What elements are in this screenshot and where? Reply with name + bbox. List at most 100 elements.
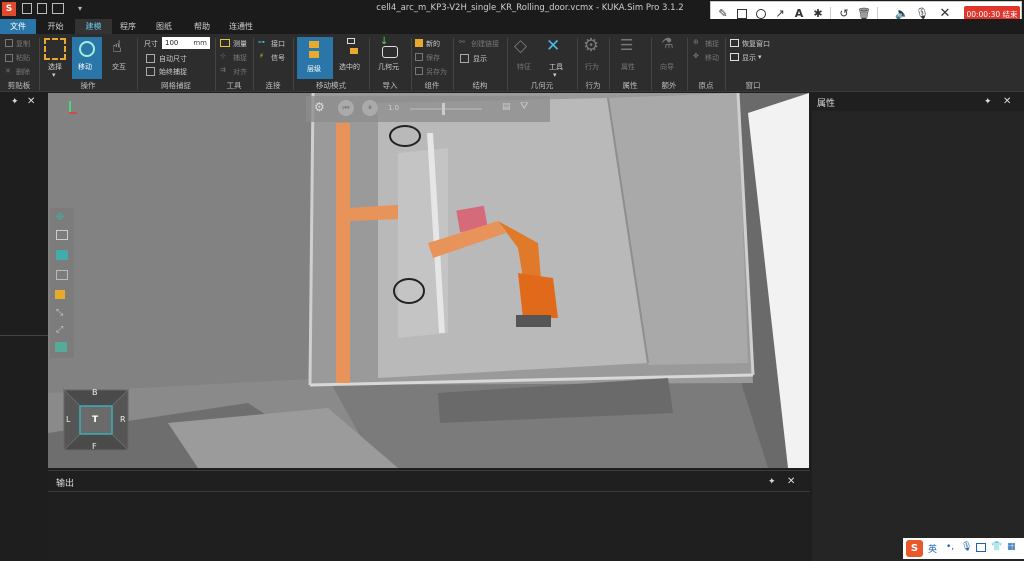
grid-size-value: 100 xyxy=(165,39,179,47)
create-link-icon: ⚯ xyxy=(459,38,465,46)
close-icon[interactable]: ✕ xyxy=(787,476,795,487)
perspective-icon[interactable] xyxy=(56,230,68,240)
frame-move-button[interactable]: 移动 xyxy=(705,53,719,63)
selected-icon-part xyxy=(350,48,358,54)
navcube-back[interactable]: B xyxy=(92,388,98,397)
create-link-button[interactable]: 创建链接 xyxy=(471,39,499,49)
selected-button[interactable]: 选中的 xyxy=(339,62,360,72)
move-label: 移动 xyxy=(78,63,92,71)
navcube-left[interactable]: L xyxy=(66,415,70,424)
paste-icon xyxy=(5,54,13,62)
snap-button[interactable]: 捕捉 xyxy=(233,53,247,63)
ribbon: 复制 粘贴 ✕ 删除 剪贴板 选择 ▾ 移动 ☝ 交互 操作 尺寸 100 mm… xyxy=(0,34,1024,92)
diamond-icon: ◇ xyxy=(514,36,528,56)
save-component-button[interactable]: 保存 xyxy=(426,53,440,63)
keyboard-icon[interactable] xyxy=(976,543,986,552)
divider xyxy=(0,335,48,336)
grid-size-input[interactable]: 100 mm xyxy=(162,37,210,49)
new-component-button[interactable]: 新的 xyxy=(426,39,440,49)
paste-button[interactable]: 粘贴 xyxy=(16,53,30,63)
tab-home[interactable]: 开始 xyxy=(37,19,74,34)
tab-file[interactable]: 文件 xyxy=(0,19,36,34)
interface-icon: ⊶ xyxy=(258,38,265,46)
delete-button[interactable]: 删除 xyxy=(16,67,30,77)
navcube-top[interactable]: T xyxy=(92,415,98,425)
auto-size-checkbox[interactable] xyxy=(146,54,155,63)
save-component-icon xyxy=(415,53,423,61)
import-geometry-button[interactable]: 几何元 xyxy=(378,62,399,72)
always-snap-checkbox[interactable] xyxy=(146,67,155,76)
output-panel-title: 输出 xyxy=(56,479,75,489)
document-icon[interactable]: ▤ xyxy=(502,102,511,112)
behavior-button[interactable]: 行为 xyxy=(585,62,599,72)
pin-icon[interactable]: ✦ xyxy=(11,97,19,107)
tools-group-label: 工具 xyxy=(226,81,242,90)
save-as-icon xyxy=(415,67,423,75)
measure-tool-icon[interactable]: ⤡ xyxy=(56,308,63,318)
hierarchy-button[interactable]: 层级 xyxy=(297,37,333,79)
rewind-icon[interactable]: ⏮ xyxy=(338,100,354,116)
pin-icon[interactable]: ✦ xyxy=(768,477,776,487)
tab-program[interactable]: 程序 xyxy=(113,19,143,34)
hierarchy-label: 层级 xyxy=(307,65,321,73)
tab-help[interactable]: 帮助 xyxy=(184,19,220,34)
output-panel: 输出 ✦ ✕ xyxy=(48,470,810,561)
microphone-icon[interactable]: 🎙 xyxy=(961,542,972,552)
tab-connectivity[interactable]: 连通性 xyxy=(222,19,260,34)
show-checkbox[interactable] xyxy=(460,54,469,63)
frame-snap-icon: ⊕ xyxy=(693,38,699,46)
settings-gear-icon[interactable]: ⚙ xyxy=(314,100,325,114)
copy-button[interactable]: 复制 xyxy=(16,39,30,49)
signal-button[interactable]: 信号 xyxy=(271,53,285,63)
copy-icon xyxy=(5,39,13,47)
connect-group-label: 连接 xyxy=(265,81,281,90)
wizard-button[interactable]: 向导 xyxy=(660,62,674,72)
hierarchy-icon xyxy=(309,41,319,48)
component-filter-icon[interactable] xyxy=(55,290,65,299)
feature-button[interactable]: 特征 xyxy=(517,62,531,72)
wizard-icon: ⚗ xyxy=(661,36,674,52)
window-group-label: 窗口 xyxy=(745,81,761,90)
move-button[interactable]: 移动 xyxy=(72,37,102,79)
pin-icon[interactable]: ✦ xyxy=(984,97,992,107)
ime-language[interactable]: 英 xyxy=(928,542,937,555)
navcube-front[interactable]: F xyxy=(92,442,97,451)
snap-tool-icon[interactable]: ⤢ xyxy=(56,325,63,335)
frame-move-icon: ✥ xyxy=(693,52,699,60)
grid-size-unit: mm xyxy=(193,39,207,47)
fit-view-icon[interactable]: ✥ xyxy=(56,212,64,223)
speed-slider[interactable] xyxy=(410,108,482,110)
3d-viewport[interactable]: ⚙ ⏮ ⏸ 1.0 ▤ ⛛ ✥ ⤡ ⤢ B L T R F xyxy=(48,93,809,468)
navigation-cube[interactable]: B L T R F xyxy=(60,386,132,454)
auto-size-label: 自动尺寸 xyxy=(159,55,187,63)
interact-button[interactable]: 交互 xyxy=(112,62,126,72)
render-mode-icon[interactable] xyxy=(56,250,68,260)
properties-button[interactable]: 属性 xyxy=(621,62,635,72)
frame-snap-button[interactable]: 捕捉 xyxy=(705,39,719,49)
camera-icon[interactable]: ⛛ xyxy=(520,101,528,112)
tab-modeling[interactable]: 建模 xyxy=(75,19,112,34)
interface-button[interactable]: 接口 xyxy=(271,39,285,49)
navcube-right[interactable]: R xyxy=(120,415,126,424)
geometry-group-label: 几何元 xyxy=(530,81,554,90)
show-window-button[interactable]: 显示 xyxy=(742,53,756,63)
align-icon: ⇉ xyxy=(220,66,226,74)
restore-window-button[interactable]: 恢复窗口 xyxy=(742,39,770,49)
operate-group-label: 操作 xyxy=(80,81,96,90)
skin-icon[interactable]: 👕 xyxy=(991,542,1002,552)
measure-button[interactable]: 测量 xyxy=(233,39,247,49)
close-icon[interactable]: ✕ xyxy=(1003,96,1011,107)
cube-icon[interactable] xyxy=(55,342,67,352)
tab-drawing[interactable]: 图纸 xyxy=(146,19,182,34)
toolbox-icon[interactable]: ▦ xyxy=(1007,542,1016,552)
speed-slider-handle[interactable] xyxy=(442,103,445,115)
punctuation-icon[interactable]: •, xyxy=(946,542,954,552)
sogou-logo-icon[interactable]: S xyxy=(906,540,923,557)
chevron-down-icon: ▾ xyxy=(553,71,557,79)
box-select-icon[interactable] xyxy=(56,270,68,280)
close-icon[interactable]: ✕ xyxy=(27,96,35,107)
align-button[interactable]: 对齐 xyxy=(233,67,247,77)
save-as-button[interactable]: 另存为 xyxy=(426,67,447,77)
play-pause-icon[interactable]: ⏸ xyxy=(362,100,378,116)
selected-icon xyxy=(347,38,355,44)
